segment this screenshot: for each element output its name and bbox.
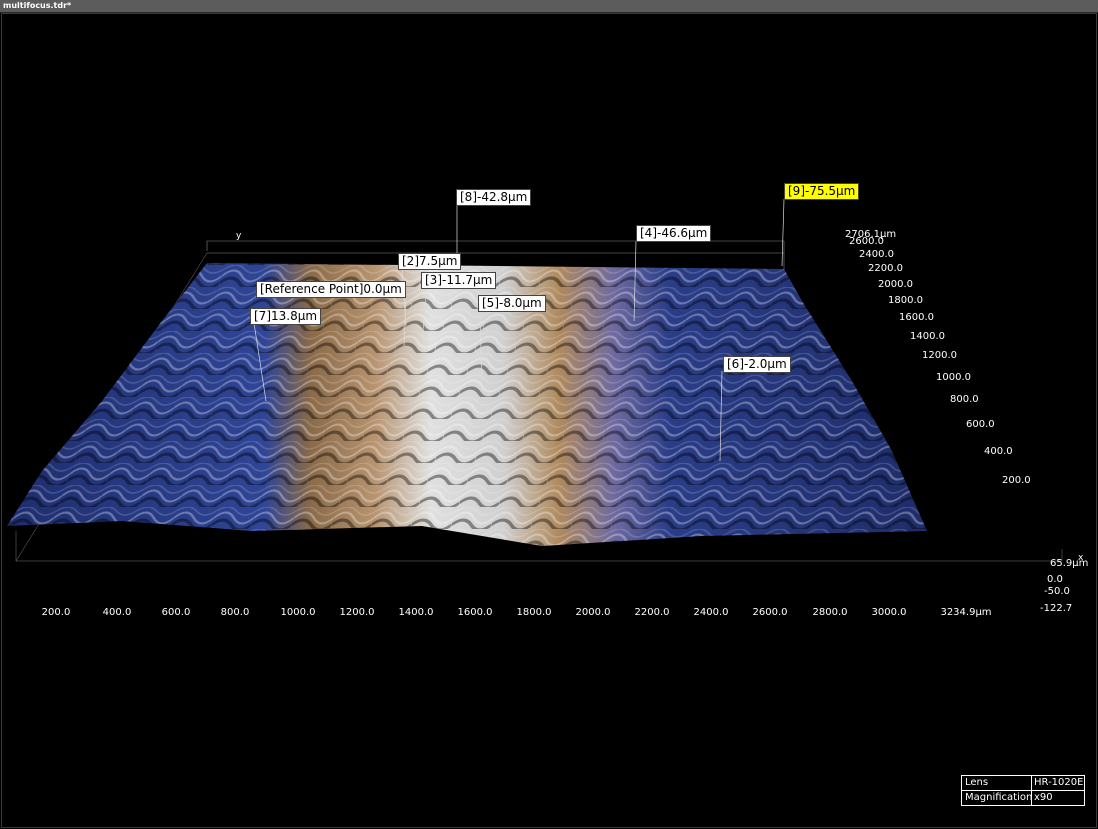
marker-8[interactable]: [8]-42.8µm: [456, 189, 532, 206]
magnification-row: Magnification x90: [962, 790, 1084, 805]
z-axis-ticks: 65.9µm 0.0 -50.0 -122.7: [1040, 558, 1088, 614]
y-tick: 400.0: [984, 446, 1013, 457]
lens-row: Lens HR-1020E: [962, 776, 1084, 790]
x-tick: 1000.0: [281, 607, 316, 618]
x-tick: 2200.0: [635, 607, 670, 618]
y-tick: 2200.0: [868, 263, 903, 274]
y-tick: 600.0: [966, 419, 995, 430]
y-tick: 1200.0: [922, 350, 957, 361]
magnification-label: Magnification: [962, 791, 1032, 805]
x-tick: 400.0: [103, 607, 132, 618]
y-tick: 1000.0: [936, 372, 971, 383]
3d-viewport[interactable]: 200.0 400.0 600.0 800.0 1000.0 1200.0 14…: [1, 13, 1097, 828]
x-tick: 1200.0: [340, 607, 375, 618]
marker-7[interactable]: [7]13.8µm: [250, 308, 322, 325]
y-axis-label: y: [236, 231, 242, 241]
x-axis-ticks: 200.0 400.0 600.0 800.0 1000.0 1200.0 14…: [42, 607, 992, 618]
z-tick: -122.7: [1040, 603, 1072, 614]
x-tick: 800.0: [221, 607, 250, 618]
marker-9[interactable]: [9]-75.5µm: [784, 183, 860, 200]
y-tick: 800.0: [950, 394, 979, 405]
x-tick: 3000.0: [872, 607, 907, 618]
window-titlebar: multifocus.tdr*: [0, 0, 1098, 13]
marker-3[interactable]: [3]-11.7µm: [421, 272, 497, 289]
y-tick: 200.0: [1002, 475, 1031, 486]
marker-6[interactable]: [6]-2.0µm: [723, 356, 791, 373]
y-tick: 1400.0: [910, 331, 945, 342]
magnification-value: x90: [1034, 792, 1053, 803]
x-tick: 3234.9µm: [940, 607, 991, 618]
x-tick: 1600.0: [458, 607, 493, 618]
x-tick: 1800.0: [517, 607, 552, 618]
y-tick: 1800.0: [888, 295, 923, 306]
y-tick: 2600.0: [849, 236, 884, 247]
x-tick: 2800.0: [813, 607, 848, 618]
x-axis-label: x: [1078, 553, 1084, 563]
lens-label: Lens: [962, 776, 1032, 790]
z-tick: -50.0: [1044, 586, 1070, 597]
lens-value: HR-1020E: [1034, 777, 1084, 788]
marker-2[interactable]: [2]7.5µm: [398, 253, 462, 270]
surface-3d-scene[interactable]: 200.0 400.0 600.0 800.0 1000.0 1200.0 14…: [2, 14, 1098, 829]
y-tick: 2000.0: [878, 279, 913, 290]
x-tick: 2400.0: [694, 607, 729, 618]
x-tick: 200.0: [42, 607, 71, 618]
marker-reference-point[interactable]: [Reference Point]0.0µm: [256, 281, 406, 298]
z-tick: 0.0: [1047, 574, 1063, 585]
y-tick: 1600.0: [899, 312, 934, 323]
fabric-surface: [7, 263, 927, 546]
y-tick: 2400.0: [859, 249, 894, 260]
x-tick: 2000.0: [576, 607, 611, 618]
lens-info-table: Lens HR-1020E Magnification x90: [961, 775, 1085, 806]
window-title: multifocus.tdr*: [3, 1, 72, 10]
x-tick: 2600.0: [753, 607, 788, 618]
x-tick: 1400.0: [399, 607, 434, 618]
x-tick: 600.0: [162, 607, 191, 618]
marker-5[interactable]: [5]-8.0µm: [478, 295, 546, 312]
marker-4[interactable]: [4]-46.6µm: [636, 225, 712, 242]
